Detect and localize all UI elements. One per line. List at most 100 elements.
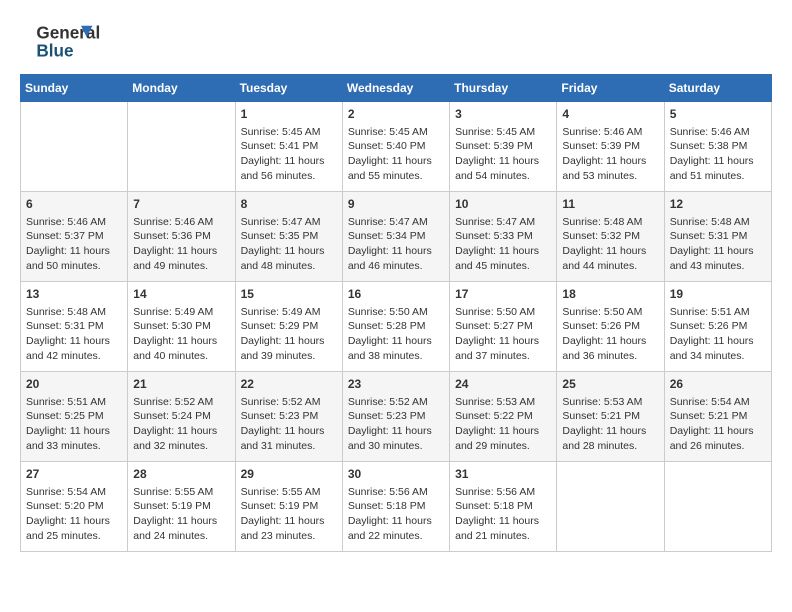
day-number: 16 <box>348 286 444 303</box>
day-header-thursday: Thursday <box>450 75 557 102</box>
calendar-cell <box>21 102 128 192</box>
day-header-tuesday: Tuesday <box>235 75 342 102</box>
cell-content: Sunrise: 5:55 AM Sunset: 5:19 PM Dayligh… <box>133 485 229 544</box>
calendar-cell: 15 Sunrise: 5:49 AM Sunset: 5:29 PM Dayli… <box>235 282 342 372</box>
day-header-friday: Friday <box>557 75 664 102</box>
day-number: 12 <box>670 196 766 213</box>
calendar-cell: 2 Sunrise: 5:45 AM Sunset: 5:40 PM Daylig… <box>342 102 449 192</box>
cell-content: Sunrise: 5:54 AM Sunset: 5:20 PM Dayligh… <box>26 485 122 544</box>
calendar-cell: 30 Sunrise: 5:56 AM Sunset: 5:18 PM Dayli… <box>342 462 449 552</box>
calendar-cell <box>128 102 235 192</box>
day-number: 1 <box>241 106 337 123</box>
day-number: 10 <box>455 196 551 213</box>
cell-content: Sunrise: 5:46 AM Sunset: 5:36 PM Dayligh… <box>133 215 229 274</box>
day-number: 6 <box>26 196 122 213</box>
cell-content: Sunrise: 5:51 AM Sunset: 5:26 PM Dayligh… <box>670 305 766 364</box>
cell-content: Sunrise: 5:45 AM Sunset: 5:41 PM Dayligh… <box>241 125 337 184</box>
day-number: 22 <box>241 376 337 393</box>
day-number: 23 <box>348 376 444 393</box>
header-row: SundayMondayTuesdayWednesdayThursdayFrid… <box>21 75 772 102</box>
calendar-cell: 24 Sunrise: 5:53 AM Sunset: 5:22 PM Dayli… <box>450 372 557 462</box>
day-number: 13 <box>26 286 122 303</box>
cell-content: Sunrise: 5:45 AM Sunset: 5:39 PM Dayligh… <box>455 125 551 184</box>
day-header-saturday: Saturday <box>664 75 771 102</box>
cell-content: Sunrise: 5:48 AM Sunset: 5:32 PM Dayligh… <box>562 215 658 274</box>
day-number: 29 <box>241 466 337 483</box>
calendar-cell: 21Sunrise: 5:52 AM Sunset: 5:24 PM Dayli… <box>128 372 235 462</box>
week-row-5: 27Sunrise: 5:54 AM Sunset: 5:20 PM Dayli… <box>21 462 772 552</box>
cell-content: Sunrise: 5:55 AM Sunset: 5:19 PM Dayligh… <box>241 485 337 544</box>
calendar-cell <box>664 462 771 552</box>
calendar-cell: 29 Sunrise: 5:55 AM Sunset: 5:19 PM Dayli… <box>235 462 342 552</box>
cell-content: Sunrise: 5:56 AM Sunset: 5:18 PM Dayligh… <box>455 485 551 544</box>
day-header-wednesday: Wednesday <box>342 75 449 102</box>
cell-content: Sunrise: 5:46 AM Sunset: 5:38 PM Dayligh… <box>670 125 766 184</box>
calendar-cell: 16 Sunrise: 5:50 AM Sunset: 5:28 PM Dayli… <box>342 282 449 372</box>
cell-content: Sunrise: 5:45 AM Sunset: 5:40 PM Dayligh… <box>348 125 444 184</box>
header: General Blue <box>20 20 772 60</box>
calendar-cell: 25Sunrise: 5:53 AM Sunset: 5:21 PM Dayli… <box>557 372 664 462</box>
day-number: 25 <box>562 376 658 393</box>
day-number: 17 <box>455 286 551 303</box>
calendar-cell: 7 Sunrise: 5:46 AM Sunset: 5:36 PM Daylig… <box>128 192 235 282</box>
day-number: 4 <box>562 106 658 123</box>
day-number: 18 <box>562 286 658 303</box>
day-number: 28 <box>133 466 229 483</box>
day-number: 5 <box>670 106 766 123</box>
cell-content: Sunrise: 5:47 AM Sunset: 5:35 PM Dayligh… <box>241 215 337 274</box>
cell-content: Sunrise: 5:50 AM Sunset: 5:27 PM Dayligh… <box>455 305 551 364</box>
cell-content: Sunrise: 5:51 AM Sunset: 5:25 PM Dayligh… <box>26 395 122 454</box>
day-number: 11 <box>562 196 658 213</box>
day-number: 20 <box>26 376 122 393</box>
cell-content: Sunrise: 5:50 AM Sunset: 5:26 PM Dayligh… <box>562 305 658 364</box>
calendar-cell: 23 Sunrise: 5:52 AM Sunset: 5:23 PM Dayli… <box>342 372 449 462</box>
logo-icon: General Blue <box>20 20 110 60</box>
day-number: 26 <box>670 376 766 393</box>
cell-content: Sunrise: 5:48 AM Sunset: 5:31 PM Dayligh… <box>670 215 766 274</box>
cell-content: Sunrise: 5:48 AM Sunset: 5:31 PM Dayligh… <box>26 305 122 364</box>
cell-content: Sunrise: 5:52 AM Sunset: 5:23 PM Dayligh… <box>348 395 444 454</box>
svg-text:General: General <box>36 22 100 42</box>
cell-content: Sunrise: 5:47 AM Sunset: 5:34 PM Dayligh… <box>348 215 444 274</box>
cell-content: Sunrise: 5:46 AM Sunset: 5:37 PM Dayligh… <box>26 215 122 274</box>
day-number: 3 <box>455 106 551 123</box>
day-header-sunday: Sunday <box>21 75 128 102</box>
day-number: 15 <box>241 286 337 303</box>
calendar-cell: 27Sunrise: 5:54 AM Sunset: 5:20 PM Dayli… <box>21 462 128 552</box>
cell-content: Sunrise: 5:52 AM Sunset: 5:24 PM Dayligh… <box>133 395 229 454</box>
cell-content: Sunrise: 5:56 AM Sunset: 5:18 PM Dayligh… <box>348 485 444 544</box>
week-row-3: 13 Sunrise: 5:48 AM Sunset: 5:31 PM Dayli… <box>21 282 772 372</box>
calendar-cell: 6 Sunrise: 5:46 AM Sunset: 5:37 PM Daylig… <box>21 192 128 282</box>
day-number: 24 <box>455 376 551 393</box>
calendar-cell: 22 Sunrise: 5:52 AM Sunset: 5:23 PM Dayli… <box>235 372 342 462</box>
calendar-cell: 17 Sunrise: 5:50 AM Sunset: 5:27 PM Dayli… <box>450 282 557 372</box>
cell-content: Sunrise: 5:50 AM Sunset: 5:28 PM Dayligh… <box>348 305 444 364</box>
calendar-cell: 14 Sunrise: 5:49 AM Sunset: 5:30 PM Dayli… <box>128 282 235 372</box>
day-number: 8 <box>241 196 337 213</box>
calendar-cell: 10 Sunrise: 5:47 AM Sunset: 5:33 PM Dayli… <box>450 192 557 282</box>
cell-content: Sunrise: 5:53 AM Sunset: 5:22 PM Dayligh… <box>455 395 551 454</box>
day-number: 7 <box>133 196 229 213</box>
cell-content: Sunrise: 5:54 AM Sunset: 5:21 PM Dayligh… <box>670 395 766 454</box>
calendar-cell: 19Sunrise: 5:51 AM Sunset: 5:26 PM Dayli… <box>664 282 771 372</box>
calendar-cell: 26 Sunrise: 5:54 AM Sunset: 5:21 PM Dayli… <box>664 372 771 462</box>
calendar-cell: 1 Sunrise: 5:45 AM Sunset: 5:41 PM Daylig… <box>235 102 342 192</box>
cell-content: Sunrise: 5:49 AM Sunset: 5:30 PM Dayligh… <box>133 305 229 364</box>
calendar-cell: 28 Sunrise: 5:55 AM Sunset: 5:19 PM Dayli… <box>128 462 235 552</box>
day-number: 30 <box>348 466 444 483</box>
cell-content: Sunrise: 5:46 AM Sunset: 5:39 PM Dayligh… <box>562 125 658 184</box>
cell-content: Sunrise: 5:52 AM Sunset: 5:23 PM Dayligh… <box>241 395 337 454</box>
day-number: 2 <box>348 106 444 123</box>
cell-content: Sunrise: 5:49 AM Sunset: 5:29 PM Dayligh… <box>241 305 337 364</box>
calendar-cell: 13 Sunrise: 5:48 AM Sunset: 5:31 PM Dayli… <box>21 282 128 372</box>
calendar-cell: 5 Sunrise: 5:46 AM Sunset: 5:38 PM Daylig… <box>664 102 771 192</box>
cell-content: Sunrise: 5:47 AM Sunset: 5:33 PM Dayligh… <box>455 215 551 274</box>
calendar-cell: 8 Sunrise: 5:47 AM Sunset: 5:35 PM Daylig… <box>235 192 342 282</box>
calendar-cell: 31Sunrise: 5:56 AM Sunset: 5:18 PM Dayli… <box>450 462 557 552</box>
day-number: 9 <box>348 196 444 213</box>
week-row-1: 1 Sunrise: 5:45 AM Sunset: 5:41 PM Daylig… <box>21 102 772 192</box>
calendar-cell: 12 Sunrise: 5:48 AM Sunset: 5:31 PM Dayli… <box>664 192 771 282</box>
day-number: 14 <box>133 286 229 303</box>
week-row-2: 6 Sunrise: 5:46 AM Sunset: 5:37 PM Daylig… <box>21 192 772 282</box>
calendar-cell: 4 Sunrise: 5:46 AM Sunset: 5:39 PM Daylig… <box>557 102 664 192</box>
